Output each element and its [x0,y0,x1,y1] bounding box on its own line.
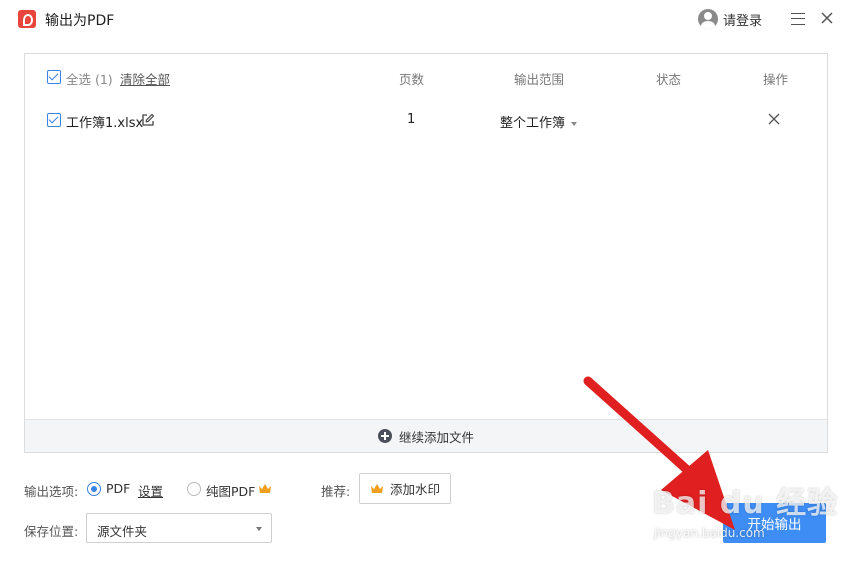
close-icon[interactable] [819,10,835,26]
column-pages: 页数 [399,72,425,87]
settings-link[interactable]: 设置 [138,481,163,500]
file-list-header: 全选 (1) 清除全部 页数 输出范围 状态 操作 [25,54,827,100]
plus-circle-icon [377,429,392,443]
table-row: 工作簿1.xlsx 1 整个工作簿 [25,104,827,138]
output-options-label: 输出选项: [24,484,79,499]
chevron-down-icon [256,527,262,531]
output-range-dropdown[interactable]: 整个工作簿 [500,112,578,131]
column-actions: 操作 [763,72,789,87]
baidu-watermark-logo: Bai du 经验 [652,486,839,521]
clear-all-link[interactable]: 清除全部 [120,69,170,88]
file-checkbox[interactable] [47,113,61,127]
add-more-files-button[interactable]: 继续添加文件 [25,419,827,452]
save-location-label: 保存位置: [24,524,79,539]
crown-icon [259,484,271,493]
remove-file-icon[interactable] [767,112,781,126]
baidu-watermark-url: jingyan.baidu.com [654,526,765,540]
output-range-value: 整个工作簿 [500,116,566,131]
pdf-logo-icon [18,10,36,28]
select-all-label: 全选 (1) [66,72,113,87]
crown-icon [370,484,383,493]
pdf-radio[interactable] [87,482,101,496]
login-button[interactable]: 请登录 [698,9,762,29]
pdf-radio-label: PDF [106,481,131,496]
image-pdf-label: 纯图PDF [206,484,256,499]
edit-icon[interactable] [141,113,155,127]
chevron-down-icon [571,121,578,126]
save-location-value: 源文件夹 [97,524,148,539]
column-status: 状态 [656,72,682,87]
select-all-checkbox[interactable] [47,70,61,84]
title-bar: 输出为PDF 请登录 [0,0,854,38]
login-label: 请登录 [723,13,763,29]
menu-icon[interactable] [791,13,805,25]
file-page-count: 1 [407,112,416,127]
add-watermark-button[interactable]: 添加水印 [359,473,451,504]
recommend-label: 推荐: [321,484,351,499]
save-location-dropdown[interactable]: 源文件夹 [86,513,272,543]
avatar-icon [698,9,718,29]
file-list-panel: 全选 (1) 清除全部 页数 输出范围 状态 操作 工作簿1.xlsx 1 整个… [24,53,828,453]
column-output-range: 输出范围 [514,72,565,87]
image-pdf-radio[interactable] [187,482,201,496]
window-title: 输出为PDF [45,13,115,29]
add-more-label: 继续添加文件 [398,429,474,445]
file-name: 工作簿1.xlsx [66,116,144,131]
add-watermark-label: 添加水印 [389,482,440,497]
